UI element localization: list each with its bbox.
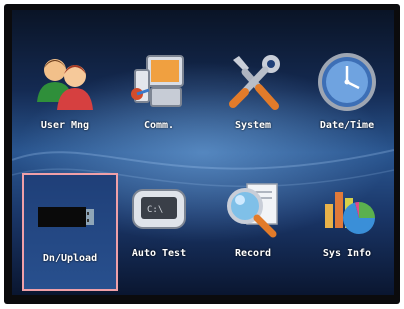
menu-item-dn-upload[interactable]: Dn/Upload: [22, 173, 118, 291]
menu-item-label: Sys Info: [322, 248, 372, 259]
menu-item-record[interactable]: Record: [206, 170, 300, 288]
menu-item-comm[interactable]: Comm.: [112, 42, 206, 160]
network-icon: [127, 50, 191, 114]
menu-item-sys-info[interactable]: Sys Info: [300, 170, 394, 288]
menu-item-system[interactable]: System: [206, 42, 300, 160]
menu-item-label: Comm.: [143, 120, 175, 131]
menu-item-label: Dn/Upload: [42, 253, 98, 264]
menu-item-label: Record: [234, 248, 272, 259]
main-menu-screen: User Mng Comm. System Date/Time Dn/Uploa…: [12, 10, 394, 295]
menu-item-label: System: [234, 120, 272, 131]
clock-icon: [315, 50, 379, 114]
test-device-icon: C:\: [127, 178, 191, 242]
menu-item-user-mng[interactable]: User Mng: [18, 42, 112, 160]
users-icon: [33, 50, 97, 114]
tools-icon: [221, 50, 285, 114]
usb-drive-icon: [34, 185, 98, 249]
svg-text:C:\: C:\: [147, 205, 163, 215]
menu-item-date-time[interactable]: Date/Time: [300, 42, 394, 160]
menu-item-label: User Mng: [40, 120, 90, 131]
menu-item-auto-test[interactable]: C:\ Auto Test: [112, 170, 206, 288]
chart-icon: [315, 178, 379, 242]
magnifier-document-icon: [221, 178, 285, 242]
menu-item-label: Date/Time: [319, 120, 375, 131]
menu-item-label: Auto Test: [131, 248, 187, 259]
